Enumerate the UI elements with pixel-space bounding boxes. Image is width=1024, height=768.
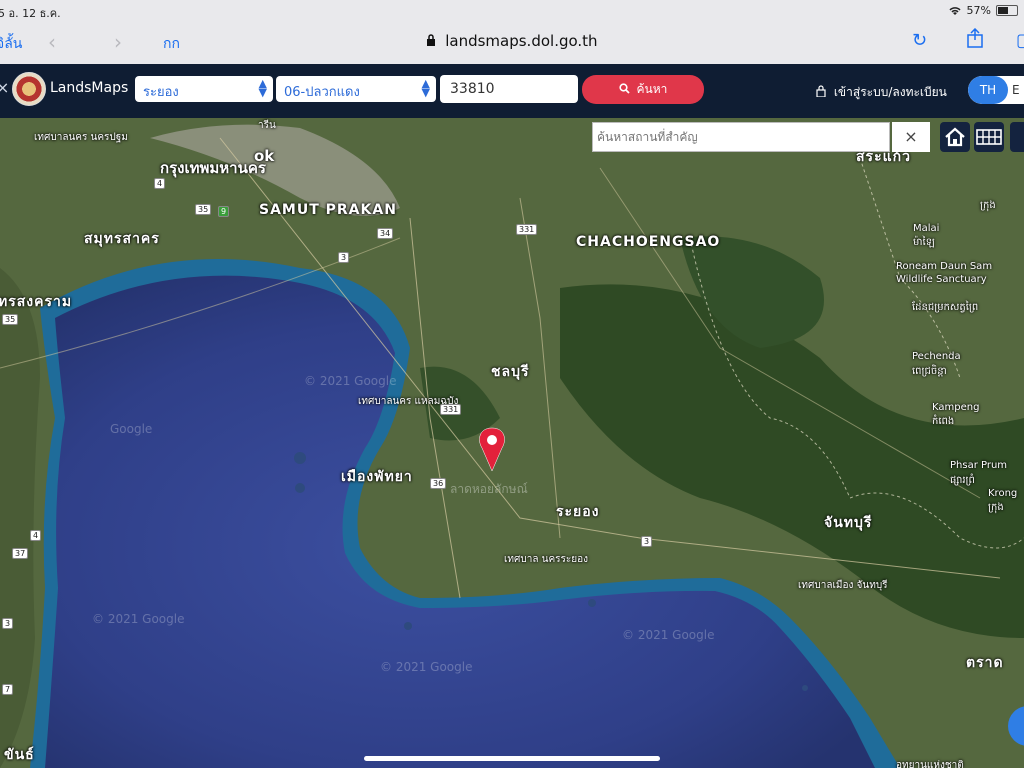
road-shield: 36 [430,478,447,489]
label-malai-km: ម៉ាឡៃ [913,237,935,248]
lang-en-option[interactable]: E [1012,76,1020,104]
battery-percent: 57% [966,4,991,17]
home-icon [945,127,965,147]
map-watermark: © 2021 Google [92,612,185,626]
road-shield: 4 [30,530,42,541]
lang-th-option[interactable]: TH [968,76,1008,104]
search-icon [619,83,630,94]
road-shield: 9 [218,206,230,217]
app-name: LandsMaps [50,80,129,96]
label-chachoengsao: CHACHOENGSAO [576,234,721,250]
label-kampeng: Kampeng [932,402,980,413]
label-kampeng-km: កំពេង [932,416,955,427]
label-phsar-prum-km: ផ្សារព្រំ [950,475,975,486]
search-button[interactable]: ค้นหา [582,75,704,104]
province-select-value: ระยอง [143,85,179,100]
province-select[interactable]: ระยอง ▲ ▼ [135,76,273,102]
map-watermark: © 2021 Google [380,660,473,674]
search-button-label: ค้นหา [636,82,668,96]
label-bottom-right: อุทยานแห่งชาติ [896,760,964,768]
place-search-input[interactable] [592,122,890,152]
road-shield: 331 [440,404,462,415]
label-pechenda: Pechenda [912,351,961,362]
road-shield: 34 [377,228,394,239]
lock-icon [427,34,436,46]
language-toggle[interactable]: TH E [968,76,1024,104]
label-bangkok: กรุงเทพมหานคร [160,159,266,177]
district-select[interactable]: 06-ปลวกแดง ▲ ▼ [276,76,436,102]
road-shield: 35 [2,314,19,325]
close-icon[interactable]: × [892,122,930,152]
label-chanthaburi: จันทบุรี [824,515,873,531]
status-time: 5 อ. 12 ธ.ค. [0,7,61,20]
label-trat: ตราด [966,655,1004,671]
wifi-icon [949,7,961,15]
label-rayong: ระยอง [556,504,600,520]
label-malai: Malai [913,223,940,234]
satellite-map [0,118,1024,768]
address-bar[interactable]: landsmaps.dol.go.th [0,32,1024,50]
label-top-small: ารีน [258,120,276,131]
label-krong: Krong [988,488,1018,499]
status-bar: 5 อ. 12 ธ.ค. 57% [0,0,1024,22]
department-logo [12,72,46,106]
map-watermark: © 2021 Google [622,628,715,642]
postal-code-input[interactable] [440,75,578,103]
road-shield: 3 [338,252,350,263]
lock-icon [816,85,826,98]
label-rayong-muni: เทศบาล นครระยอง [504,554,589,565]
login-label: เข้าสู่ระบบ/ลงทะเบียน [833,85,947,99]
url-text: landsmaps.dol.go.th [445,32,598,50]
road-shield: 7 [2,684,14,695]
home-indicator [364,756,660,761]
label-roneam-daun-km: ដែនជម្រកសត្វព្រៃ [912,302,979,313]
app-header: × LandsMaps ระยอง ▲▼ 06-ปลวกแดง ▲▼ ค้นหา… [0,64,1024,118]
share-icon[interactable] [966,28,984,48]
road-shield: 3 [2,618,14,629]
reload-icon[interactable]: ↻ [912,30,927,51]
home-button[interactable] [940,122,970,152]
label-bangkok-en-fragment: ok [254,147,275,165]
road-shield: 4 [154,178,166,189]
district-select-value: 06-ปลวกแดง [284,85,360,100]
tabs-icon[interactable]: ▢ [1016,30,1024,51]
label-chonburi: ชลบุรี [491,364,530,380]
label-samut-sakhon: สมุทรสาคร [84,231,160,247]
label-phsar-prum: Phsar Prum [950,460,1008,471]
label-nakhon-pathom-muni: เทศบาลนคร นครปฐม [34,132,128,143]
road-shield: 37 [12,548,29,559]
label-roneam-daun: Roneam Daun Sam Wildlife Sanctuary [896,261,993,285]
label-pattaya: เมืองพัทยา [341,469,413,485]
map-watermark: Google [110,422,153,436]
battery-icon [996,5,1018,16]
browser-toolbar: จิลั้น ‹ › กก landsmaps.dol.go.th ↻ ▢ [0,22,1024,64]
login-link[interactable]: เข้าสู่ระบบ/ลงทะเบียน [816,83,947,102]
chevron-updown-icon: ▲ ▼ [421,77,430,99]
status-right: 57% [948,4,1018,17]
grid-icon [976,129,1002,145]
map-watermark: © 2021 Google [304,374,397,388]
road-shield: 331 [516,224,538,235]
grid-button[interactable] [974,122,1004,152]
label-top-right-km: ក្រុង [980,200,996,211]
label-pechenda-km: ពេជ្រចិន្តា [912,366,947,377]
layers-button[interactable] [1010,122,1024,152]
label-ghost-town: ลาดหอยลักษณ์ [450,482,528,496]
label-krong-km: ក្រុង [988,502,1004,513]
label-samut-prakan: SAMUT PRAKAN [259,202,397,218]
label-samut-songkhram: ทรสงคราม [0,294,73,310]
road-shield: 35 [195,204,212,215]
label-chanthaburi-muni: เทศบาลเมือง จันทบุรี [798,580,888,591]
label-khan: ขันธ์ [4,747,35,763]
road-shield: 3 [641,536,653,547]
chevron-updown-icon: ▲ ▼ [258,77,267,99]
close-icon[interactable]: × [0,78,9,97]
map-canvas[interactable]: เทศบาลนคร นครปฐม ารีน กรุงเทพมหานคร ok S… [0,118,1024,768]
